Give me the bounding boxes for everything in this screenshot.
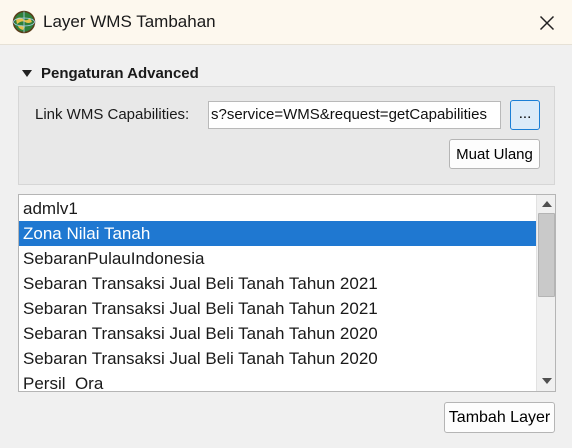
section-title: Pengaturan Advanced <box>41 64 199 82</box>
title-bar: Layer WMS Tambahan <box>0 0 572 45</box>
list-item[interactable]: Sebaran Transaksi Jual Beli Tanah Tahun … <box>19 321 537 346</box>
list-item[interactable]: SebaranPulauIndonesia <box>19 246 537 271</box>
close-icon <box>539 15 555 31</box>
list-item[interactable]: Sebaran Transaksi Jual Beli Tanah Tahun … <box>19 271 537 296</box>
globe-app-icon <box>12 10 36 34</box>
list-item[interactable]: Sebaran Transaksi Jual Beli Tanah Tahun … <box>19 296 537 321</box>
scroll-up-arrow-icon[interactable] <box>542 201 552 207</box>
vertical-scrollbar[interactable] <box>536 195 555 391</box>
advanced-settings-toggle[interactable]: Pengaturan Advanced <box>22 63 199 83</box>
layer-list[interactable]: admlv1 Zona Nilai Tanah SebaranPulauIndo… <box>18 194 556 392</box>
list-item[interactable]: admlv1 <box>19 196 537 221</box>
close-button[interactable] <box>527 6 567 40</box>
wms-url-input[interactable]: s?service=WMS&request=getCapabilities <box>208 101 501 129</box>
window-title: Layer WMS Tambahan <box>43 12 216 31</box>
list-item[interactable]: Persil_Ora <box>19 371 537 391</box>
scroll-thumb[interactable] <box>538 213 555 297</box>
add-layer-button[interactable]: Tambah Layer <box>444 402 555 433</box>
wms-link-label: Link WMS Capabilities: <box>35 106 190 123</box>
reload-button[interactable]: Muat Ulang <box>449 139 540 169</box>
browse-button[interactable]: ... <box>510 100 540 130</box>
scroll-down-arrow-icon[interactable] <box>542 378 552 384</box>
list-item[interactable]: Sebaran Transaksi Jual Beli Tanah Tahun … <box>19 346 537 371</box>
list-item-selected[interactable]: Zona Nilai Tanah <box>19 221 537 246</box>
triangle-down-icon <box>22 69 32 77</box>
